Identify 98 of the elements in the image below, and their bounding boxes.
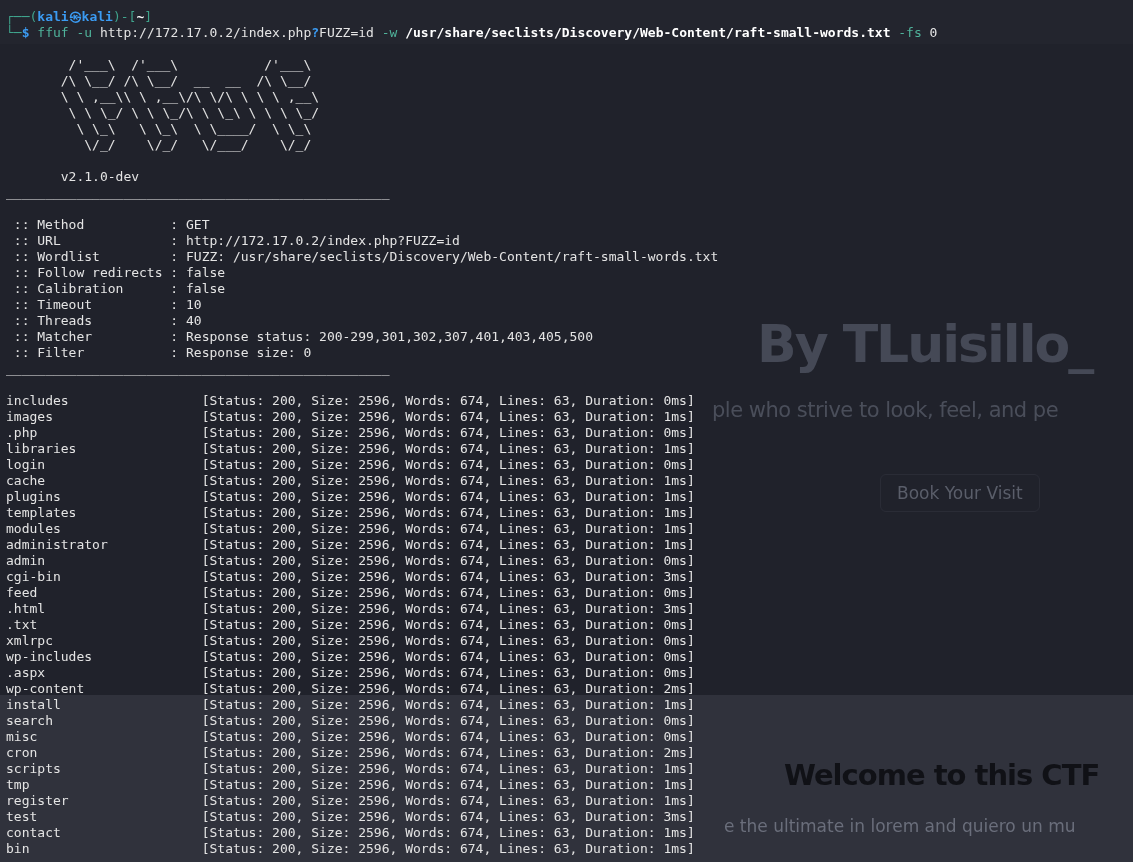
result-status: [Status: 200, Size: 2596, Words: 674, Lines: 63, Duration: 0ms] bbox=[201, 393, 695, 409]
result-path: admin bbox=[6, 553, 47, 569]
result-status: [Status: 200, Size: 2596, Words: 674, Lines: 63, Duration: 2ms] bbox=[201, 681, 695, 697]
result-path: scripts bbox=[6, 761, 62, 777]
result-status: [Status: 200, Size: 2596, Words: 674, Lines: 63, Duration: 0ms] bbox=[201, 633, 695, 649]
result-status: [Status: 200, Size: 2596, Words: 674, Lines: 63, Duration: 0ms] bbox=[201, 425, 695, 441]
section-text: e the ultimate in lorem and quiero un mu bbox=[724, 816, 1076, 836]
setting-label: :: URL bbox=[13, 233, 62, 249]
setting-label: :: Filter bbox=[13, 345, 86, 361]
result-status: [Status: 200, Size: 2596, Words: 674, Lines: 63, Duration: 0ms] bbox=[201, 553, 695, 569]
result-path: libraries bbox=[6, 441, 78, 457]
result-path: images bbox=[6, 409, 54, 425]
command-path: /usr/share/seclists/Discovery/Web-Content/raft-small-words.txt bbox=[405, 25, 891, 40]
setting-value: : GET bbox=[170, 217, 210, 233]
result-path: includes bbox=[6, 393, 70, 409]
command-option: -fs bbox=[898, 25, 922, 40]
setting-label: :: Calibration bbox=[13, 281, 125, 297]
book-visit-button[interactable]: Book Your Visit bbox=[880, 474, 1040, 512]
wildcard-char: ? bbox=[311, 25, 320, 40]
prompt-directory: ~ bbox=[136, 9, 145, 24]
command-argument: FUZZ=id bbox=[319, 25, 374, 40]
result-path: .html bbox=[6, 601, 47, 617]
result-path: contact bbox=[6, 825, 62, 841]
result-path: xmlrpc bbox=[6, 633, 54, 649]
result-status: [Status: 200, Size: 2596, Words: 674, Lines: 63, Duration: 1ms] bbox=[201, 537, 695, 553]
setting-value: : false bbox=[170, 265, 226, 281]
setting-label: :: Timeout bbox=[13, 297, 94, 313]
setting-value: : Response status: 200-299,301,302,307,401,403,405,500 bbox=[170, 329, 593, 345]
result-status: [Status: 200, Size: 2596, Words: 674, Lines: 63, Duration: 2ms] bbox=[201, 745, 695, 761]
result-status: [Status: 200, Size: 2596, Words: 674, Lines: 63, Duration: 1ms] bbox=[201, 697, 695, 713]
setting-label: :: Method bbox=[13, 217, 86, 233]
version-text: v2.1.0-dev bbox=[60, 169, 140, 184]
result-path: wp-includes bbox=[6, 649, 94, 665]
result-path: .txt bbox=[6, 617, 39, 633]
ascii-banner-text: /'___\ /'___\ /'___\ /\ \__/ /\ \__/ __ __ /\ \__/ \ \ ,__\\ \ ,__\/\ \/\ \ \ \ ,__\ \ \ \_/ \ \ \_/\ \ \_\ \ \ \ \_/ \ \_\ \ \_\ \ \____/ \ \_\ \/_/ \/_/ \/___/ \/_/ bbox=[60, 57, 320, 153]
result-path: login bbox=[6, 457, 47, 473]
setting-value: : http://172.17.0.2/index.php?FUZZ=id bbox=[170, 233, 460, 249]
separator-line: _________________________________________________ bbox=[6, 361, 390, 376]
command-name: ffuf bbox=[37, 25, 69, 40]
result-status: [Status: 200, Size: 2596, Words: 674, Lines: 63, Duration: 0ms] bbox=[201, 457, 695, 473]
result-status: [Status: 200, Size: 2596, Words: 674, Lines: 63, Duration: 1ms] bbox=[201, 841, 695, 857]
setting-label: :: Follow redirects bbox=[13, 265, 164, 281]
setting-value: : 40 bbox=[170, 313, 202, 329]
result-path: cgi-bin bbox=[6, 569, 62, 585]
prompt-frame: )-[ bbox=[112, 9, 137, 24]
result-status: [Status: 200, Size: 2596, Words: 674, Lines: 63, Duration: 1ms] bbox=[201, 761, 695, 777]
result-path: modules bbox=[6, 521, 62, 537]
result-path: test bbox=[6, 809, 39, 825]
result-status: [Status: 200, Size: 2596, Words: 674, Lines: 63, Duration: 0ms] bbox=[201, 713, 695, 729]
result-status: [Status: 200, Size: 2596, Words: 674, Lines: 63, Duration: 1ms] bbox=[201, 793, 695, 809]
result-status: [Status: 200, Size: 2596, Words: 674, Lines: 63, Duration: 0ms] bbox=[201, 649, 695, 665]
result-path: register bbox=[6, 793, 70, 809]
result-path: administrator bbox=[6, 537, 109, 553]
setting-label: :: Threads bbox=[13, 313, 94, 329]
command-option: -w bbox=[381, 25, 398, 40]
setting-value: : FUZZ: /usr/share/seclists/Discovery/Web-Content/raft-small-words.txt bbox=[170, 249, 719, 265]
result-status: [Status: 200, Size: 2596, Words: 674, Lines: 63, Duration: 0ms] bbox=[201, 617, 695, 633]
prompt-symbol: $ bbox=[21, 25, 30, 40]
result-path: wp-content bbox=[6, 681, 86, 697]
result-status: [Status: 200, Size: 2596, Words: 674, Lines: 63, Duration: 1ms] bbox=[201, 489, 695, 505]
prompt-frame: └─ bbox=[6, 25, 22, 40]
setting-value: : Response size: 0 bbox=[170, 345, 312, 361]
command-argument: http://172.17.0.2/index.php bbox=[99, 25, 312, 40]
separator-line: _________________________________________________ bbox=[6, 185, 390, 200]
result-status: [Status: 200, Size: 2596, Words: 674, Lines: 63, Duration: 0ms] bbox=[201, 729, 695, 745]
result-status: [Status: 200, Size: 2596, Words: 674, Lines: 63, Duration: 1ms] bbox=[201, 409, 695, 425]
result-path: search bbox=[6, 713, 54, 729]
result-path: templates bbox=[6, 505, 78, 521]
result-path: install bbox=[6, 697, 62, 713]
result-status: [Status: 200, Size: 2596, Words: 674, Lines: 63, Duration: 1ms] bbox=[201, 521, 695, 537]
result-status: [Status: 200, Size: 2596, Words: 674, Lines: 63, Duration: 1ms] bbox=[201, 777, 695, 793]
command-argument: 0 bbox=[929, 25, 938, 40]
result-path: cache bbox=[6, 473, 47, 489]
result-status: [Status: 200, Size: 2596, Words: 674, Lines: 63, Duration: 3ms] bbox=[201, 809, 695, 825]
prompt-frame: ] bbox=[144, 9, 153, 24]
result-path: feed bbox=[6, 585, 39, 601]
result-status: [Status: 200, Size: 2596, Words: 674, Lines: 63, Duration: 1ms] bbox=[201, 825, 695, 841]
setting-value: : false bbox=[170, 281, 226, 297]
result-status: [Status: 200, Size: 2596, Words: 674, Lines: 63, Duration: 3ms] bbox=[201, 569, 695, 585]
result-path: .aspx bbox=[6, 665, 47, 681]
result-path: misc bbox=[6, 729, 39, 745]
result-status: [Status: 200, Size: 2596, Words: 674, Lines: 63, Duration: 0ms] bbox=[201, 665, 695, 681]
prompt-frame: ┌──( bbox=[6, 9, 38, 24]
result-status: [Status: 200, Size: 2596, Words: 674, Lines: 63, Duration: 1ms] bbox=[201, 441, 695, 457]
result-status: [Status: 200, Size: 2596, Words: 674, Lines: 63, Duration: 1ms] bbox=[201, 473, 695, 489]
result-path: .php bbox=[6, 425, 39, 441]
result-path: plugins bbox=[6, 489, 62, 505]
prompt-user: kali㉿kali bbox=[37, 9, 113, 24]
result-path: tmp bbox=[6, 777, 31, 793]
result-path: cron bbox=[6, 745, 39, 761]
result-status: [Status: 200, Size: 2596, Words: 674, Lines: 63, Duration: 0ms] bbox=[201, 585, 695, 601]
setting-value: : 10 bbox=[170, 297, 202, 313]
result-status: [Status: 200, Size: 2596, Words: 674, Lines: 63, Duration: 3ms] bbox=[201, 601, 695, 617]
result-path: bin bbox=[6, 841, 31, 857]
result-status: [Status: 200, Size: 2596, Words: 674, Lines: 63, Duration: 1ms] bbox=[201, 505, 695, 521]
setting-label: :: Matcher bbox=[13, 329, 94, 345]
command-option: -u bbox=[76, 25, 93, 40]
setting-label: :: Wordlist bbox=[13, 249, 101, 265]
